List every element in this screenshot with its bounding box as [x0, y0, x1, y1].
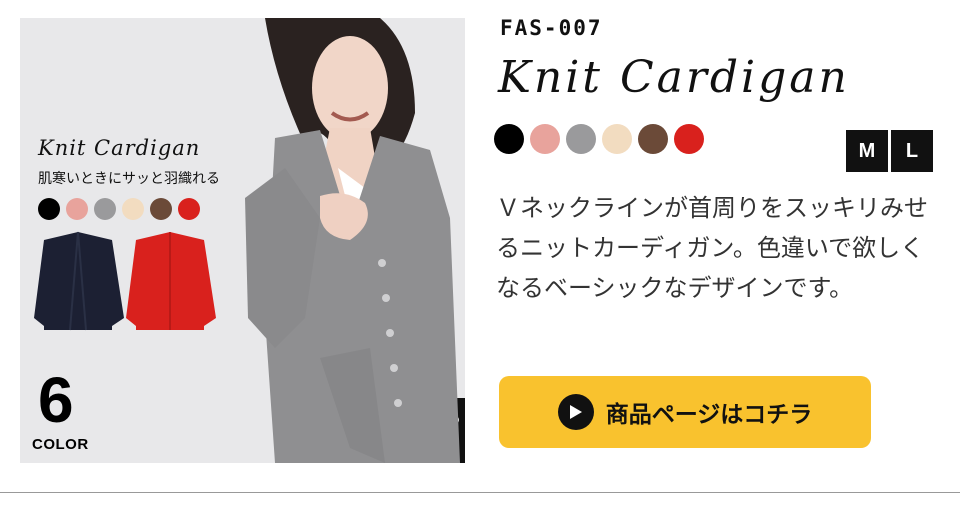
color-count: 6 — [38, 364, 74, 436]
swatch-grey — [566, 124, 596, 154]
inset-swatch — [94, 198, 116, 220]
product-photo: Knit Cardigan 肌寒いときにサッと羽織れる 6 COLOR — [20, 18, 465, 463]
product-description: Ｖネックラインが首周りをスッキリみせるニットカーディガン。色違いで欲しくなるベー… — [496, 194, 928, 302]
color-swatches — [494, 124, 704, 154]
swatch-red — [674, 124, 704, 154]
inset-swatch — [66, 198, 88, 220]
inset-swatch — [122, 198, 144, 220]
inset-subtitle: 肌寒いときにサッと羽織れる — [38, 171, 220, 187]
swatch-brown — [638, 124, 668, 154]
size-m-badge: M — [846, 130, 888, 172]
inset-title: Knit Cardigan — [38, 136, 201, 160]
size-l-badge: L — [891, 130, 933, 172]
inset-swatch — [178, 198, 200, 220]
size-badges: M L — [846, 130, 933, 172]
product-page-button-label: 商品ページはコチラ — [605, 402, 813, 428]
swatch-pink — [530, 124, 560, 154]
swatch-beige — [602, 124, 632, 154]
inset-swatch — [38, 198, 60, 220]
color-count-label: COLOR — [32, 436, 89, 453]
product-page-button[interactable]: 商品ページはコチラ — [499, 376, 871, 448]
model-illustration — [34, 18, 465, 463]
product-title: Knit Cardigan — [498, 52, 850, 103]
product-code: FAS-007 — [500, 16, 603, 40]
swatch-black — [494, 124, 524, 154]
inset-swatch — [150, 198, 172, 220]
bottom-divider — [0, 492, 960, 493]
inset-color-swatches — [38, 198, 200, 220]
play-circle-icon — [557, 394, 594, 430]
